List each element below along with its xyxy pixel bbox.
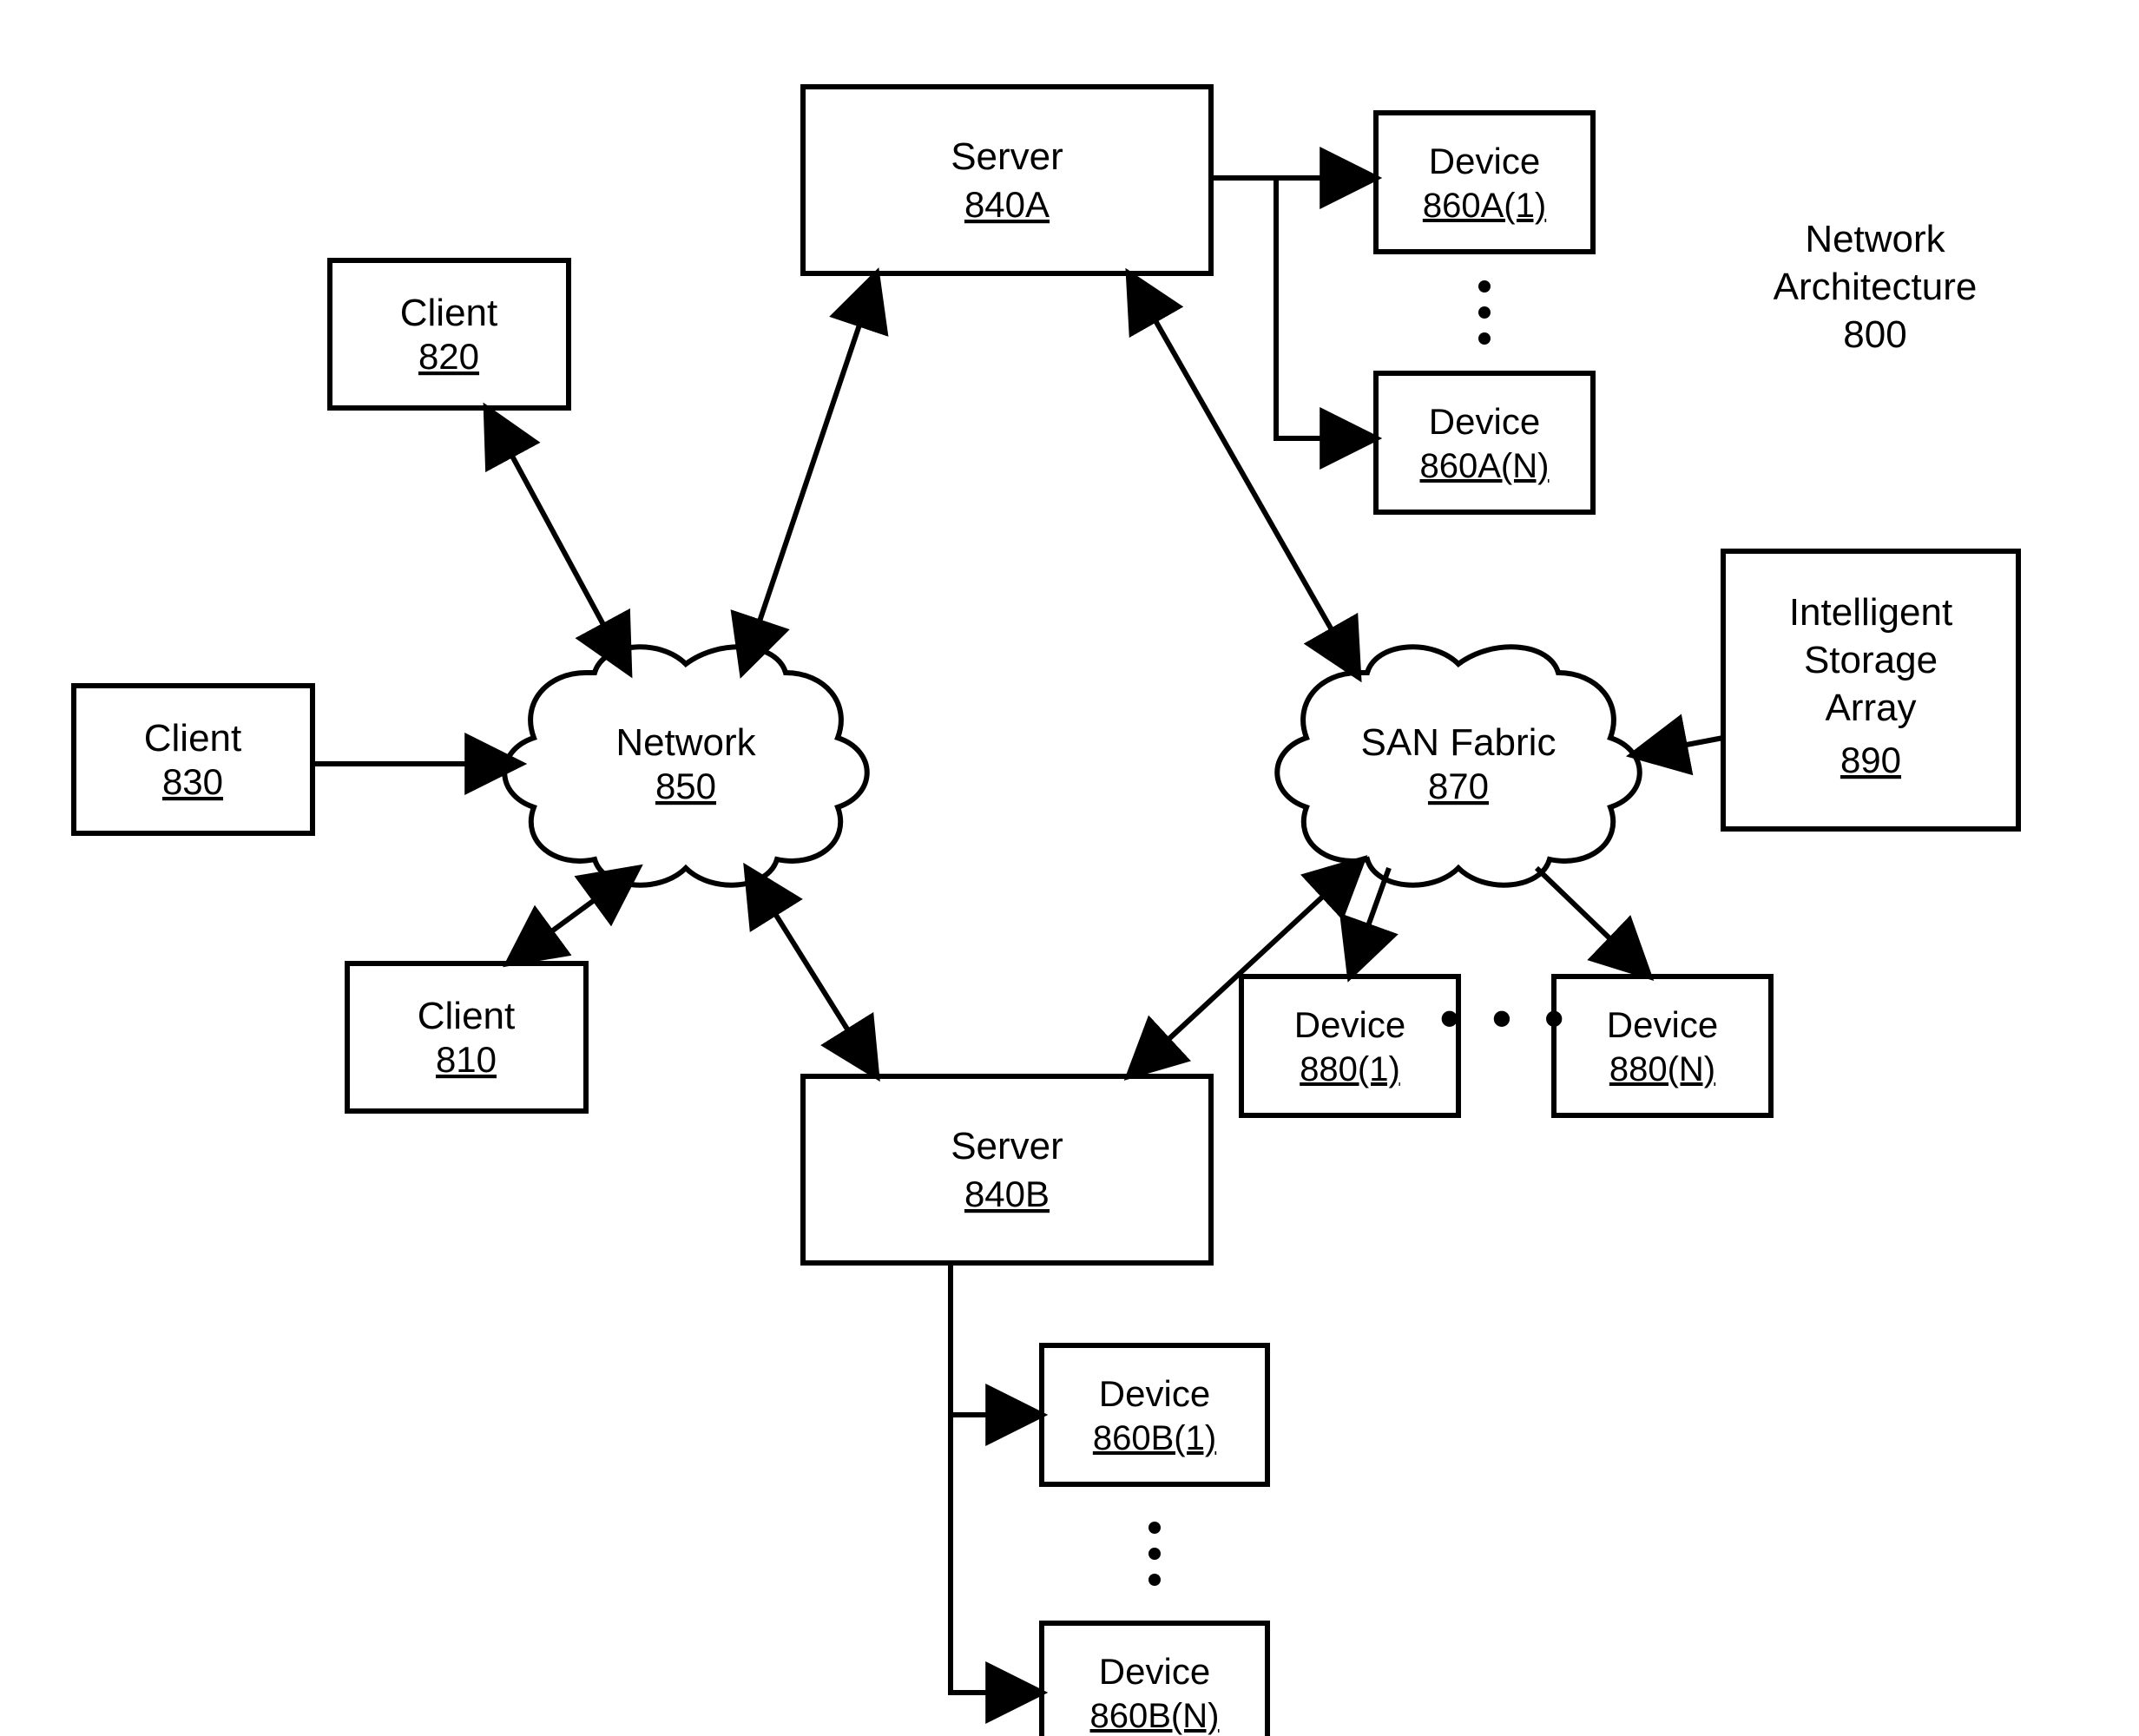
ellipsis-880: • • • — [1440, 987, 1573, 1049]
client-810-ref: 810 — [436, 1039, 497, 1080]
device-860a1-ref: 860A(1) — [1423, 187, 1546, 225]
server-840a-box: Server 840A — [803, 87, 1211, 273]
client-820-title: Client — [400, 292, 498, 334]
device-860b1-title: Device — [1099, 1373, 1210, 1414]
caption-line3: 800 — [1843, 313, 1906, 356]
device-860b1-box: Device 860B(1) — [1042, 1345, 1267, 1484]
client-820-ref: 820 — [418, 336, 479, 377]
network-cloud: Network 850 — [504, 647, 867, 884]
intelligent-storage-array-box: Intelligent Storage Array 890 — [1723, 551, 2018, 829]
conn-server840b-network — [747, 868, 877, 1076]
server-840a-title: Server — [951, 135, 1063, 178]
device-860b1-ref: 860B(1) — [1093, 1419, 1216, 1457]
san-fabric-title: SAN Fabric — [1361, 721, 1557, 764]
network-architecture-diagram: Network 850 SAN Fabric 870 Client 820 Cl… — [0, 0, 2139, 1736]
isa-line3: Array — [1825, 687, 1916, 729]
device-8801-title: Device — [1294, 1004, 1405, 1045]
conn-server840a-dev860an — [1276, 178, 1376, 438]
isa-line2: Storage — [1804, 639, 1938, 681]
conn-server840a-san — [1129, 273, 1359, 677]
conn-san-dev880n — [1537, 868, 1649, 976]
client-810-box: Client 810 — [347, 963, 586, 1111]
client-810-title: Client — [418, 995, 516, 1037]
san-fabric-cloud: SAN Fabric 870 — [1277, 647, 1640, 884]
conn-server840b-dev860bn — [951, 1415, 1042, 1693]
caption-line1: Network — [1805, 218, 1945, 260]
conn-client810-network — [508, 868, 638, 963]
device-880n-box: Device 880(N) — [1554, 976, 1771, 1115]
figure-caption: Network Architecture 800 — [1774, 218, 1978, 356]
network-ref: 850 — [655, 766, 716, 806]
device-8801-ref: 880(1) — [1300, 1050, 1400, 1088]
server-840b-ref: 840B — [964, 1174, 1050, 1214]
device-860an-title: Device — [1429, 401, 1540, 442]
conn-san-dev8801 — [1350, 868, 1389, 976]
server-840b-title: Server — [951, 1125, 1063, 1167]
server-840b-box: Server 840B — [803, 1076, 1211, 1263]
conn-isa-san — [1632, 738, 1723, 755]
device-860bn-title: Device — [1099, 1651, 1210, 1692]
san-fabric-ref: 870 — [1428, 766, 1489, 806]
device-880n-ref: 880(N) — [1609, 1050, 1715, 1088]
device-860an-ref: 860A(N) — [1420, 447, 1550, 485]
device-860bn-box: Device 860B(N) — [1042, 1623, 1267, 1736]
client-820-box: Client 820 — [330, 260, 569, 408]
client-830-box: Client 830 — [74, 686, 313, 833]
isa-ref: 890 — [1840, 740, 1901, 780]
ellipsis-860a — [1478, 280, 1491, 345]
conn-server840a-network — [742, 273, 877, 673]
device-860bn-ref: 860B(N) — [1090, 1697, 1220, 1735]
client-830-ref: 830 — [162, 761, 223, 802]
device-880n-title: Device — [1607, 1004, 1718, 1045]
ellipsis-860b — [1148, 1522, 1161, 1586]
conn-server840b-dev860b1 — [951, 1263, 1042, 1415]
network-title: Network — [615, 721, 756, 764]
device-8801-box: Device 880(1) — [1241, 976, 1458, 1115]
server-840a-ref: 840A — [964, 184, 1050, 225]
caption-line2: Architecture — [1774, 266, 1978, 308]
device-860an-box: Device 860A(N) — [1376, 373, 1593, 512]
client-830-title: Client — [144, 717, 242, 760]
conn-client820-network — [486, 408, 629, 673]
device-860a1-title: Device — [1429, 141, 1540, 181]
isa-line1: Intelligent — [1789, 591, 1952, 634]
device-860a1-box: Device 860A(1) — [1376, 113, 1593, 252]
